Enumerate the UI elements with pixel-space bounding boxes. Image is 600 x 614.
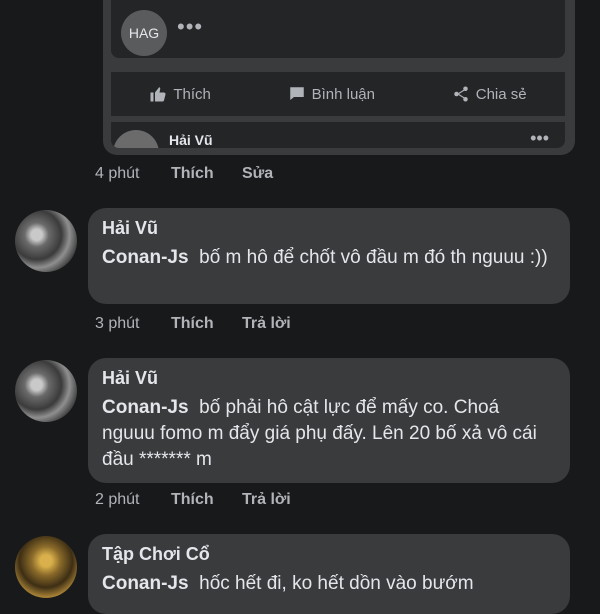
comment-author[interactable]: Hải Vũ: [102, 368, 556, 389]
timestamp: 2 phút: [95, 491, 140, 508]
like-label: Thích: [173, 85, 211, 103]
more-options-icon[interactable]: •••: [177, 14, 203, 40]
timestamp: 3 phút: [95, 315, 140, 332]
avatar[interactable]: [15, 210, 77, 272]
post-action-bar: Thích Bình luận Chia sẻ: [111, 72, 565, 116]
comment-author[interactable]: Tập Chơi Cổ: [102, 544, 556, 565]
page-avatar[interactable]: HAG: [121, 10, 167, 56]
like-link[interactable]: Thích: [171, 315, 242, 333]
comment-bubble: Tập Chơi Cổ Conan-Js hốc hết đi, ko hết …: [88, 534, 570, 614]
comment-label: Bình luận: [311, 85, 375, 103]
share-icon: [453, 86, 468, 102]
like-button[interactable]: Thích: [149, 85, 211, 103]
mention-link[interactable]: Conan-Js: [102, 573, 189, 594]
avatar[interactable]: [113, 130, 159, 148]
shared-post-card[interactable]: HAG ••• Thích Bình luận Chia sẻ Hải Vũ •…: [103, 0, 575, 155]
comment-meta: 3 phút Thích Trả lời: [95, 315, 291, 333]
timestamp: 4 phút: [95, 165, 140, 182]
comment-icon: [289, 87, 304, 100]
shared-post-header: HAG •••: [111, 0, 565, 58]
comment-bubble: Hải Vũ Conan-Js bố phải hô cật lực để mấ…: [88, 358, 570, 483]
edit-link[interactable]: Sửa: [242, 165, 273, 183]
comment-bubble: Hải Vũ Conan-Js bố m hô để chốt vô đầu m…: [88, 208, 570, 304]
comment-author[interactable]: Hải Vũ: [102, 218, 556, 239]
reply-link[interactable]: Trả lời: [242, 491, 291, 509]
post-meta: 4 phút Thích Sửa: [95, 165, 273, 183]
like-link[interactable]: Thích: [171, 491, 242, 509]
thumbs-up-icon: [150, 87, 166, 102]
comment-meta: 2 phút Thích Trả lời: [95, 491, 291, 509]
comment-text: Conan-Js hốc hết đi, ko hết dồn vào bướm: [102, 571, 556, 597]
reply-link[interactable]: Trả lời: [242, 315, 291, 333]
avatar[interactable]: [15, 536, 77, 598]
comment-text: Conan-Js bố m hô để chốt vô đầu m đó th …: [102, 245, 556, 271]
like-link[interactable]: Thích: [171, 165, 242, 183]
avatar[interactable]: [15, 360, 77, 422]
comment-button[interactable]: Bình luận: [288, 85, 375, 103]
comment-body: bố m hô để chốt vô đầu m đó th nguuu :)): [199, 247, 548, 268]
comment-text: Conan-Js bố phải hô cật lực để mấy co. C…: [102, 395, 556, 473]
share-label: Chia sẻ: [475, 85, 527, 103]
comment-body: hốc hết đi, ko hết dồn vào bướm: [199, 573, 474, 594]
peek-comment: Hải Vũ •••: [111, 122, 565, 148]
peek-author-name[interactable]: Hải Vũ: [169, 132, 213, 148]
more-options-icon[interactable]: •••: [530, 128, 549, 148]
share-button[interactable]: Chia sẻ: [452, 85, 527, 103]
mention-link[interactable]: Conan-Js: [102, 247, 189, 268]
mention-link[interactable]: Conan-Js: [102, 397, 189, 418]
